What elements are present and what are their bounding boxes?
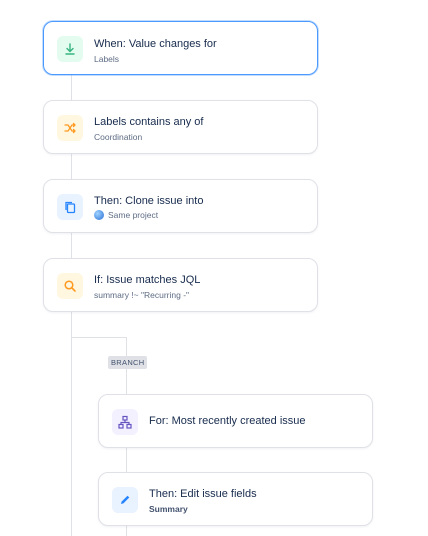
project-avatar-icon [94, 210, 104, 220]
action-edit-card[interactable]: Then: Edit issue fields Summary [98, 472, 373, 526]
action-clone-title: Then: Clone issue into [94, 195, 204, 207]
trigger-card[interactable]: When: Value changes for Labels [43, 21, 318, 75]
branch-connector-line [71, 337, 126, 338]
action-edit-title: Then: Edit issue fields [149, 488, 257, 500]
condition-labels-subtitle: Coordination [94, 132, 143, 142]
condition-labels-title: Labels contains any of [94, 116, 204, 128]
condition-jql-title: If: Issue matches JQL [94, 274, 201, 286]
pencil-icon [121, 495, 130, 504]
condition-labels-card[interactable]: Labels contains any of Coordination [43, 100, 318, 154]
trigger-title: When: Value changes for [94, 38, 217, 50]
branch-for-card[interactable]: For: Most recently created issue [98, 394, 373, 448]
action-icon-box [112, 487, 138, 513]
branch-label: BRANCH [108, 356, 148, 369]
condition-icon-box [57, 115, 83, 141]
branch-for-title: For: Most recently created issue [149, 415, 306, 427]
action-clone-subtitle: Same project [108, 210, 159, 220]
download-arrow-icon [65, 43, 75, 55]
condition-icon-box [57, 273, 83, 299]
action-edit-subtitle: Summary [149, 504, 188, 514]
condition-jql-subtitle: summary !~ "Recurring -" [94, 290, 190, 300]
branch-icon-box [112, 409, 138, 435]
copy-icon [65, 201, 76, 214]
hierarchy-icon [118, 415, 132, 429]
action-clone-card[interactable]: Then: Clone issue into Same project [43, 179, 318, 233]
condition-jql-card[interactable]: If: Issue matches JQL summary !~ "Recurr… [43, 258, 318, 312]
action-icon-box [57, 194, 83, 220]
trigger-subtitle: Labels [94, 54, 120, 64]
shuffle-icon [64, 122, 76, 134]
automation-canvas: When: Value changes for Labels Labels co… [0, 0, 428, 536]
search-icon [64, 280, 76, 292]
action-clone-subtitle-row: Same project [94, 210, 158, 220]
trigger-icon-box [57, 36, 83, 62]
